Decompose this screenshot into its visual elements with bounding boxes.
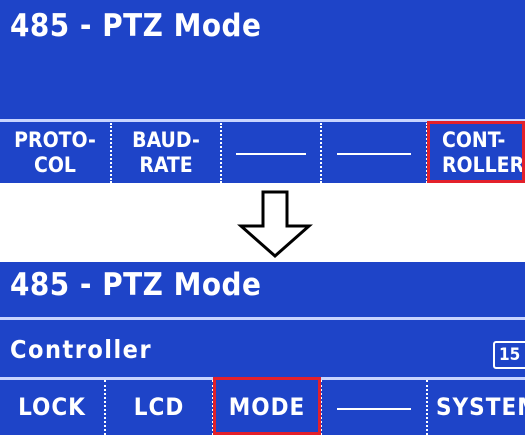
softkey-baudrate[interactable]: BAUD- RATE	[112, 123, 220, 183]
screen-title: 485 - PTZ Mode	[10, 267, 262, 303]
softkey-empty-1[interactable]	[222, 123, 320, 183]
lcd-screen-bottom: 485 - PTZ Mode Controller 15 LOCK LCD MO…	[0, 262, 525, 435]
softkey-lock[interactable]: LOCK	[0, 380, 104, 435]
softkey-empty[interactable]	[322, 380, 426, 435]
divider	[0, 317, 525, 320]
softkey-label: BAUD- RATE	[132, 128, 200, 177]
softkey-label: SYSTEM	[436, 393, 525, 421]
softkey-lcd[interactable]: LCD	[106, 380, 212, 435]
softkey-system[interactable]: SYSTEM	[428, 380, 525, 435]
lcd-screen-top: 485 - PTZ Mode PROTO- COL BAUD- RATE CON…	[0, 0, 525, 183]
screen-subtitle: Controller	[10, 335, 153, 364]
empty-key-dash	[235, 153, 307, 155]
highlight-box	[213, 377, 321, 435]
softkey-protocol[interactable]: PROTO- COL	[0, 123, 110, 183]
softkey-label: LOCK	[18, 393, 86, 421]
softkey-empty-2[interactable]	[322, 123, 426, 183]
empty-key-dash	[336, 407, 412, 410]
softkey-label: PROTO- COL	[14, 128, 96, 177]
softkey-label: LCD	[133, 393, 185, 421]
down-arrow-icon	[237, 190, 313, 258]
empty-key-dash	[336, 153, 412, 155]
channel-badge: 15	[493, 341, 525, 369]
screen-title: 485 - PTZ Mode	[10, 8, 262, 44]
highlight-box	[427, 121, 525, 183]
